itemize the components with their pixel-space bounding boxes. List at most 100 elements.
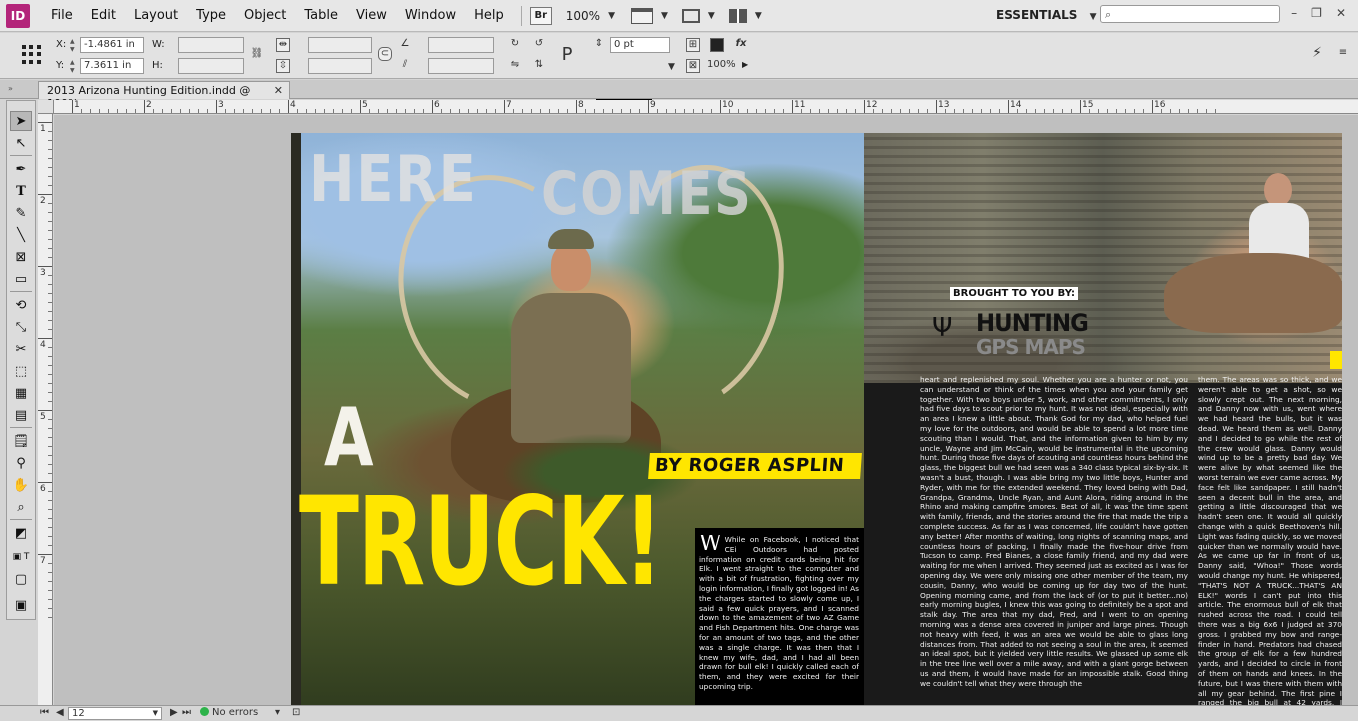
- y-stepper-icon[interactable]: ▲ ▼: [70, 59, 78, 75]
- hunting-party-photo[interactable]: [864, 133, 1342, 383]
- menu-edit[interactable]: Edit: [82, 8, 125, 23]
- view-options-icon[interactable]: [630, 7, 653, 24]
- rotation-field[interactable]: [428, 37, 494, 53]
- article-column-1[interactable]: W While on Facebook, I noticed that CEi O…: [699, 535, 859, 705]
- zoom-level-dropdown[interactable]: 100% ▼: [566, 9, 615, 23]
- chevron-down-icon[interactable]: ▼: [708, 11, 715, 21]
- last-page-icon[interactable]: ⏭: [182, 707, 191, 718]
- rectangle-tool-icon[interactable]: ▭: [10, 269, 32, 289]
- rotate-cw-icon[interactable]: ↻: [508, 38, 522, 52]
- scale-x-field[interactable]: [308, 37, 372, 53]
- next-page-icon[interactable]: ▶: [170, 707, 178, 718]
- line-tool-icon[interactable]: ╲: [10, 225, 32, 245]
- article-column-2[interactable]: heart and replenished my soul. Whether y…: [920, 375, 1188, 705]
- fill-stroke-icon[interactable]: ◩: [10, 523, 32, 543]
- panel-menu-icon[interactable]: ≡: [1336, 47, 1350, 61]
- headline-here[interactable]: HERE: [309, 143, 478, 217]
- rotate-ccw-icon[interactable]: ↺: [532, 38, 546, 52]
- drop-shadow-icon[interactable]: [710, 38, 724, 52]
- effects-fx-icon[interactable]: fx: [734, 38, 748, 52]
- restore-icon[interactable]: ❐: [1311, 6, 1322, 20]
- menu-table[interactable]: Table: [295, 8, 347, 23]
- quick-apply-icon[interactable]: ⚡: [1310, 46, 1324, 61]
- selection-tool-icon[interactable]: ➤: [10, 111, 32, 131]
- menu-view[interactable]: View: [347, 8, 396, 23]
- scissors-tool-icon[interactable]: ✂: [10, 339, 32, 359]
- flip-horizontal-icon[interactable]: ⇋: [508, 59, 522, 73]
- first-page-icon[interactable]: ⏮: [40, 707, 49, 718]
- direct-selection-tool-icon[interactable]: ↖: [10, 133, 32, 153]
- arrange-documents-icon[interactable]: [728, 8, 747, 23]
- normal-mode-icon[interactable]: ▢: [10, 569, 32, 589]
- eyedropper-tool-icon[interactable]: ⚲: [10, 453, 32, 473]
- menu-file[interactable]: File: [42, 8, 82, 23]
- y-position-field[interactable]: 7.3611 in: [80, 58, 144, 74]
- scale-tool-icon[interactable]: ⤡: [10, 317, 32, 337]
- pen-tool-icon[interactable]: ✒: [10, 159, 32, 179]
- chevron-down-icon[interactable]: ▾: [275, 707, 280, 718]
- screen-mode-icon[interactable]: [681, 8, 700, 23]
- article-column-3[interactable]: them. The areas was so thick, and we wer…: [1198, 375, 1342, 705]
- headline-comes[interactable]: COMES: [541, 159, 753, 229]
- gradient-feather-tool-icon[interactable]: ▤: [10, 405, 32, 425]
- bridge-button[interactable]: Br: [529, 6, 552, 25]
- preflight-status[interactable]: No errors: [200, 707, 258, 718]
- stroke-weight-stepper-icon[interactable]: ⇕: [592, 38, 606, 52]
- chevron-down-icon[interactable]: ▼: [153, 709, 158, 717]
- shear-field[interactable]: [428, 58, 494, 74]
- chevron-down-icon[interactable]: ▼: [755, 11, 762, 21]
- sponsor-name-gps-maps[interactable]: GPS MAPS: [976, 335, 1086, 359]
- menu-type[interactable]: Type: [187, 8, 235, 23]
- help-search-input[interactable]: ⌕: [1100, 5, 1280, 23]
- hand-tool-icon[interactable]: ✋: [10, 475, 32, 495]
- rotate-tool-icon[interactable]: ⟲: [10, 295, 32, 315]
- left-page[interactable]: HERE COMES A TRUCK! BY ROGER ASPLIN W Whi…: [291, 133, 864, 705]
- flip-vertical-icon[interactable]: ⇅: [532, 59, 546, 73]
- width-field[interactable]: [178, 37, 244, 53]
- menu-help[interactable]: Help: [465, 8, 513, 23]
- x-stepper-icon[interactable]: ▲ ▼: [70, 38, 78, 54]
- type-tool-icon[interactable]: T: [10, 181, 32, 201]
- pasteboard[interactable]: HERE COMES A TRUCK! BY ROGER ASPLIN W Whi…: [54, 115, 1358, 705]
- right-page[interactable]: BROUGHT TO YOU BY: Ψ HUNTING GPS MAPS he…: [864, 133, 1342, 705]
- sponsor-name-hunting[interactable]: HUNTING: [976, 309, 1089, 337]
- chevron-right-icon[interactable]: ▶: [742, 60, 748, 69]
- pencil-tool-icon[interactable]: ✎: [10, 203, 32, 223]
- stroke-weight-field[interactable]: 0 pt: [610, 37, 670, 53]
- previous-page-icon[interactable]: ◀: [56, 707, 64, 718]
- gradient-swatch-tool-icon[interactable]: ▦: [10, 383, 32, 403]
- constrain-proportions-icon[interactable]: ⛓: [250, 48, 264, 62]
- chevron-down-icon[interactable]: ▼: [661, 11, 668, 21]
- free-transform-tool-icon[interactable]: ⬚: [10, 361, 32, 381]
- byline[interactable]: BY ROGER ASPLIN: [648, 453, 862, 479]
- sponsor-intro[interactable]: BROUGHT TO YOU BY:: [950, 287, 1079, 300]
- opacity-field[interactable]: 100%: [704, 58, 740, 74]
- ruler-origin[interactable]: [38, 100, 54, 114]
- panel-collapse-icon[interactable]: »: [8, 84, 13, 93]
- vertical-ruler[interactable]: 1 2 3 4 5 6 7: [38, 114, 53, 706]
- link-scale-icon[interactable]: ⊂: [378, 47, 392, 61]
- menu-window[interactable]: Window: [396, 8, 465, 23]
- close-tab-icon[interactable]: ✕: [274, 84, 283, 97]
- screen-mode-icon[interactable]: ▣: [10, 595, 32, 615]
- menu-object[interactable]: Object: [235, 8, 295, 23]
- scale-y-field[interactable]: [308, 58, 372, 74]
- headline-truck[interactable]: TRUCK!: [299, 481, 663, 603]
- x-position-field[interactable]: -1.4861 in: [80, 37, 144, 53]
- menu-layout[interactable]: Layout: [125, 8, 187, 23]
- fit-frame-icon[interactable]: ⊞: [686, 38, 700, 52]
- document-tab[interactable]: 2013 Arizona Hunting Edition.indd @ 100%…: [38, 81, 290, 110]
- note-tool-icon[interactable]: 🗒: [10, 431, 32, 451]
- page-number-field[interactable]: 12 ▼: [68, 707, 162, 720]
- workspace-switcher[interactable]: ESSENTIALS ▼: [996, 8, 1097, 22]
- chevron-down-icon[interactable]: ▼: [668, 62, 675, 72]
- minimize-icon[interactable]: –: [1291, 6, 1297, 20]
- height-field[interactable]: [178, 58, 244, 74]
- close-icon[interactable]: ✕: [1336, 6, 1346, 20]
- rectangle-frame-tool-icon[interactable]: ⊠: [10, 247, 32, 267]
- reference-point-icon[interactable]: [22, 45, 42, 65]
- open-page-icon[interactable]: ⊡: [292, 707, 300, 718]
- zoom-tool-icon[interactable]: ⌕: [10, 497, 32, 517]
- horizontal-ruler[interactable]: 1 2 3 4 5 6 7 8 9 10 11 12 13 14 15 16: [54, 100, 1358, 114]
- formatting-affects-icon[interactable]: ▣ T: [10, 547, 32, 567]
